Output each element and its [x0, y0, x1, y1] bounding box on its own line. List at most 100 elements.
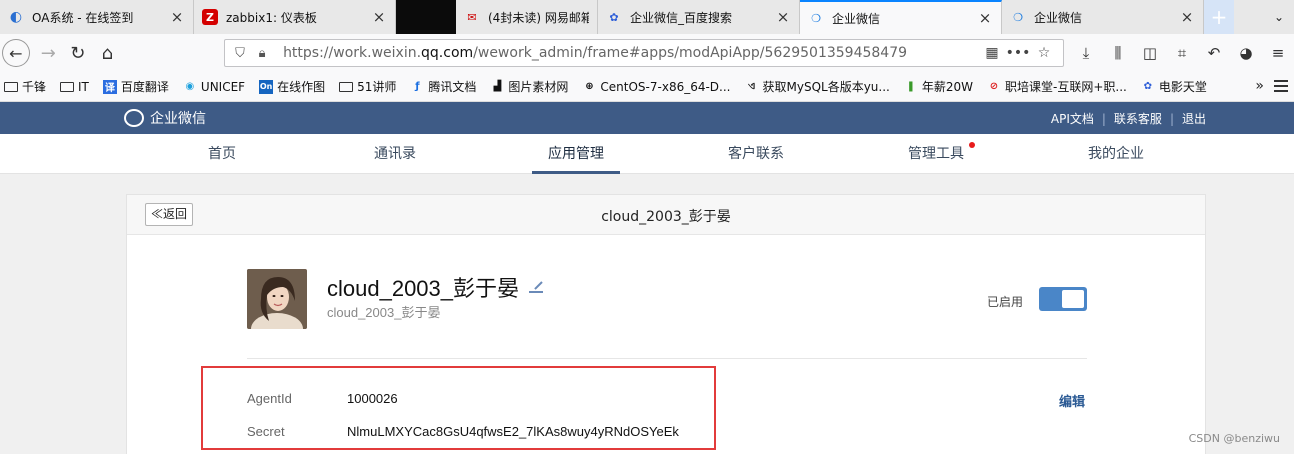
nav-management-tools[interactable]: 管理工具 [876, 134, 996, 174]
bookmarks-overflow-icon[interactable]: » [1255, 78, 1264, 94]
close-icon[interactable]: × [1179, 8, 1195, 26]
divider [247, 358, 1087, 359]
reload-icon[interactable]: ↻ [63, 38, 93, 68]
download-icon[interactable]: ⤓ [1070, 44, 1102, 62]
back-arrow-icon[interactable]: ← [2, 39, 30, 67]
crop-icon[interactable]: ⌗ [1166, 44, 1198, 62]
agentid-value: 1000026 [347, 391, 398, 406]
brand-name: 企业微信 [150, 111, 206, 127]
zabbix-z-icon: Z [202, 9, 218, 25]
tab-label: zabbix1: 仪表板 [226, 10, 317, 25]
page-title: cloud_2003_彭于晏 [601, 209, 731, 225]
more-dots-icon[interactable]: ••• [1005, 45, 1031, 61]
sidebar-icon[interactable]: ◫ [1134, 44, 1166, 62]
close-icon[interactable]: × [169, 8, 185, 26]
hamburger-menu-icon[interactable] [1274, 80, 1288, 92]
undo-icon[interactable]: ↶ [1198, 44, 1230, 62]
unicef-icon: ◉ [185, 81, 195, 92]
bookmark-item[interactable]: 译百度翻译 [102, 78, 169, 95]
menu-icon[interactable]: ≡ [1262, 44, 1294, 62]
url-text[interactable]: https://work.weixin.qq.com/wework_admin/… [283, 45, 979, 61]
redacted-area [396, 0, 456, 34]
bookmark-item[interactable]: ƒ 腾讯文档 [410, 78, 476, 95]
bookmark-item[interactable]: ▟ 图片素材网 [490, 78, 569, 95]
wework-icon: ❍ [811, 11, 821, 25]
forward-arrow-icon[interactable]: → [34, 38, 64, 68]
chevron-down-icon[interactable]: ⌄ [1264, 0, 1294, 34]
close-icon[interactable]: × [775, 8, 791, 26]
baidu-translate-icon: 译 [102, 79, 117, 94]
nav-app-management[interactable]: 应用管理 [532, 134, 620, 174]
secret-value: NlmuLMXYCac8GsU4qfwsE2_7lKAs8wuy4yRNdOSY… [347, 424, 679, 439]
nav-my-enterprise[interactable]: 我的企业 [1056, 134, 1176, 174]
lock-icon[interactable]: 🔒︎ [253, 46, 271, 61]
refresh-circle-icon: ◐ [9, 9, 23, 25]
bookmark-item[interactable]: ⊘ 职培课堂-互联网+职... [987, 78, 1127, 95]
bookmark-icon: ❚ [906, 81, 916, 92]
shield-icon[interactable]: ⛉ [231, 46, 249, 61]
bookmark-item[interactable]: IT [60, 80, 89, 94]
nav-home[interactable]: 首页 [162, 134, 282, 174]
wework-logo-icon [124, 109, 144, 127]
browser-tab-zabbix[interactable]: Z zabbix1: 仪表板 × [194, 0, 396, 34]
watermark: CSDN @benziwu [1188, 432, 1280, 445]
browser-tab-wework[interactable]: ❍ 企业微信 × [1002, 0, 1204, 34]
tab-label: OA系统 - 在线签到 [32, 10, 134, 25]
close-icon[interactable]: × [371, 8, 387, 26]
tab-label: 企业微信_百度搜索 [630, 10, 733, 25]
tencent-docs-icon: ƒ [415, 81, 420, 92]
qr-code-icon[interactable]: ▦ [979, 45, 1005, 61]
nav-customer-contact[interactable]: 客户联系 [696, 134, 816, 174]
baidu-paw-icon: ✿ [1143, 81, 1153, 92]
toggle-knob [1062, 290, 1084, 308]
app-subname: cloud_2003_彭于晏 [327, 305, 441, 320]
agentid-label: AgentId [247, 391, 292, 406]
edit-link[interactable]: 编辑 [1059, 391, 1085, 410]
folder-icon [60, 81, 75, 92]
folder-icon [4, 81, 18, 92]
bookmark-item[interactable]: ⊕ CentOS-7-x86_64-D... [582, 80, 730, 94]
status-label: 已启用 [987, 295, 1024, 309]
new-tab-button[interactable]: + [1204, 0, 1234, 34]
netease-mail-icon: ✉ [467, 10, 477, 24]
home-icon[interactable]: ⌂ [93, 38, 123, 68]
bookmark-item[interactable]: ଏ 获取MySQL各版本yu... [745, 78, 890, 95]
enable-toggle[interactable] [1039, 287, 1087, 311]
bookmark-item[interactable]: 51讲师 [339, 78, 396, 95]
browser-toolbar: ← → ↻ ⌂ ⛉ 🔒︎ https://work.weixin.qq.com/… [0, 34, 1294, 72]
app-detail-card: ≪返回 cloud_2003_彭于晏 cloud_2003_彭于晏 cloud_… [126, 194, 1206, 454]
header-links: API文档 | 联系客服 | 退出 [1050, 110, 1206, 127]
processon-icon: On [259, 79, 274, 94]
library-icon[interactable]: ⫼ [1102, 44, 1134, 62]
browser-tab-wework-active[interactable]: ❍ 企业微信 × [800, 0, 1002, 34]
bookmark-item[interactable]: 千锋 [4, 78, 46, 95]
address-bar[interactable]: ⛉ 🔒︎ https://work.weixin.qq.com/wework_a… [224, 39, 1064, 67]
bookmark-item[interactable]: On 在线作图 [259, 78, 325, 95]
baidu-paw-icon: ✿ [609, 10, 619, 24]
wework-icon: ❍ [1013, 10, 1023, 24]
api-docs-link[interactable]: API文档 [1051, 110, 1094, 127]
app-header: 企业微信 API文档 | 联系客服 | 退出 [0, 102, 1294, 134]
browser-tab-oa[interactable]: ◐ OA系统 - 在线签到 × [0, 0, 194, 34]
app-avatar[interactable] [247, 269, 307, 329]
folder-icon [339, 81, 354, 92]
tab-label: 企业微信 [832, 11, 881, 26]
link-icon: ଏ [747, 81, 756, 92]
nav-contacts[interactable]: 通讯录 [335, 134, 455, 174]
extension-icon[interactable]: ◕ [1230, 44, 1262, 62]
browser-tab-mail[interactable]: ✉ (4封未读) 网易邮箱6.0版 [456, 0, 598, 34]
logout-link[interactable]: 退出 [1182, 110, 1206, 127]
bookmarks-bar: 千锋 IT 译百度翻译 ◉ UNICEF On 在线作图 51讲师 ƒ 腾讯文档 ▟ 图… [0, 72, 1294, 102]
browser-tab-baidu[interactable]: ✿ 企业微信_百度搜索 × [598, 0, 800, 34]
bookmark-item[interactable]: ◉ UNICEF [183, 80, 246, 94]
bookmark-item[interactable]: ✿ 电影天堂 [1141, 78, 1207, 95]
browser-tab-bar: ◐ OA系统 - 在线签到 × Z zabbix1: 仪表板 × ✉ (4封未读… [0, 0, 1294, 34]
edit-pencil-icon[interactable] [529, 281, 544, 293]
main-nav: 首页 通讯录 应用管理 客户联系 管理工具 我的企业 [0, 134, 1294, 174]
close-icon[interactable]: × [977, 9, 993, 27]
contact-support-link[interactable]: 联系客服 [1114, 110, 1162, 127]
app-logo[interactable]: 企业微信 [124, 108, 206, 128]
notification-dot [969, 142, 975, 148]
star-icon[interactable]: ☆ [1031, 45, 1057, 61]
bookmark-item[interactable]: ❚ 年薪20W [904, 78, 973, 95]
